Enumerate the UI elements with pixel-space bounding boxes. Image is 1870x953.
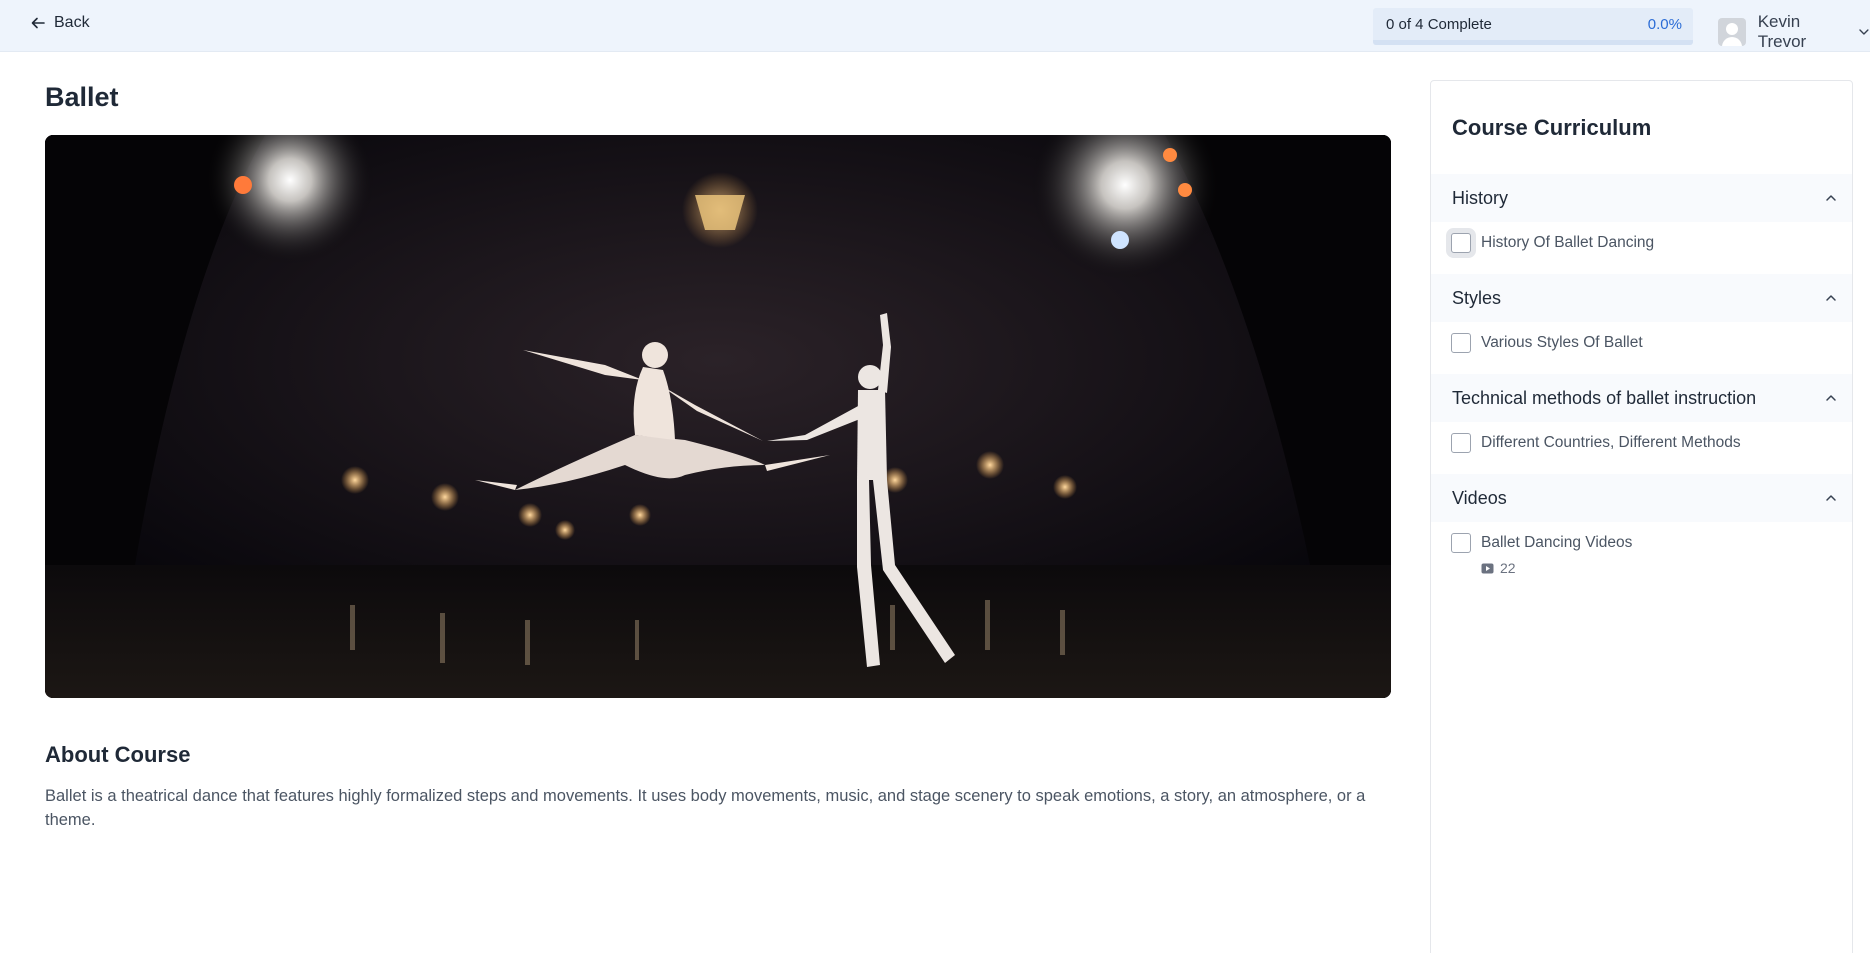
about-course-text: Ballet is a theatrical dance that featur… bbox=[45, 787, 1366, 829]
lesson-checkbox[interactable] bbox=[1451, 233, 1471, 253]
lesson-item[interactable]: Various Styles Of Ballet bbox=[1431, 322, 1852, 364]
about-course-heading: About Course bbox=[45, 742, 191, 767]
section-title: Styles bbox=[1452, 287, 1502, 308]
chevron-down-icon bbox=[1859, 29, 1869, 35]
chevron-up-icon bbox=[1826, 395, 1836, 401]
lesson-item[interactable]: History Of Ballet Dancing bbox=[1431, 222, 1852, 264]
lesson-label: History Of Ballet Dancing bbox=[1481, 234, 1655, 251]
top-bar: Back 0 of 4 Complete 0.0% Kevin Trevor bbox=[0, 0, 1870, 52]
curriculum-section-technical-methods: Technical methods of ballet instruction … bbox=[1431, 374, 1852, 464]
course-hero-image bbox=[45, 135, 1391, 698]
curriculum-section-history: History History Of Ballet Dancing bbox=[1431, 174, 1852, 264]
video-count-value: 22 bbox=[1500, 560, 1516, 576]
section-header-history[interactable]: History bbox=[1431, 174, 1852, 222]
curriculum-section-videos: Videos Ballet Dancing Videos 22 bbox=[1431, 474, 1852, 576]
section-header-videos[interactable]: Videos bbox=[1431, 474, 1852, 522]
user-name: Kevin Trevor bbox=[1757, 12, 1807, 51]
section-title: Technical methods of ballet instruction bbox=[1452, 387, 1757, 408]
section-header-styles[interactable]: Styles bbox=[1431, 274, 1852, 322]
section-title: Videos bbox=[1452, 487, 1507, 508]
user-menu[interactable]: Kevin Trevor bbox=[1718, 12, 1870, 52]
section-title: History bbox=[1452, 187, 1509, 208]
video-icon bbox=[1481, 563, 1494, 573]
lesson-video-count: 22 bbox=[1431, 560, 1852, 576]
lesson-item[interactable]: Ballet Dancing Videos bbox=[1431, 522, 1852, 564]
section-header-technical-methods[interactable]: Technical methods of ballet instruction bbox=[1431, 374, 1852, 422]
chevron-up-icon bbox=[1826, 195, 1836, 201]
progress-percent: 0.0% bbox=[1647, 16, 1682, 33]
course-curriculum-panel: Course Curriculum History History Of Bal… bbox=[1430, 80, 1853, 953]
lesson-checkbox[interactable] bbox=[1451, 533, 1471, 553]
lesson-checkbox[interactable] bbox=[1451, 333, 1471, 353]
back-button[interactable]: Back bbox=[30, 14, 90, 32]
curriculum-section-styles: Styles Various Styles Of Ballet bbox=[1431, 274, 1852, 364]
curriculum-title: Course Curriculum bbox=[1452, 115, 1652, 140]
lesson-item[interactable]: Different Countries, Different Methods bbox=[1431, 422, 1852, 464]
lesson-label: Various Styles Of Ballet bbox=[1481, 334, 1643, 351]
lesson-label: Different Countries, Different Methods bbox=[1481, 434, 1741, 451]
progress-track bbox=[1373, 40, 1693, 45]
lesson-checkbox[interactable] bbox=[1451, 433, 1471, 453]
chevron-up-icon bbox=[1826, 495, 1836, 501]
avatar bbox=[1718, 18, 1746, 46]
progress-label: 0 of 4 Complete bbox=[1386, 16, 1492, 33]
course-title: Ballet bbox=[45, 82, 119, 112]
arrow-left-icon bbox=[31, 17, 45, 29]
back-label: Back bbox=[54, 14, 90, 31]
chevron-up-icon bbox=[1826, 295, 1836, 301]
lesson-label: Ballet Dancing Videos bbox=[1481, 534, 1633, 551]
course-progress: 0 of 4 Complete 0.0% bbox=[1373, 8, 1693, 45]
